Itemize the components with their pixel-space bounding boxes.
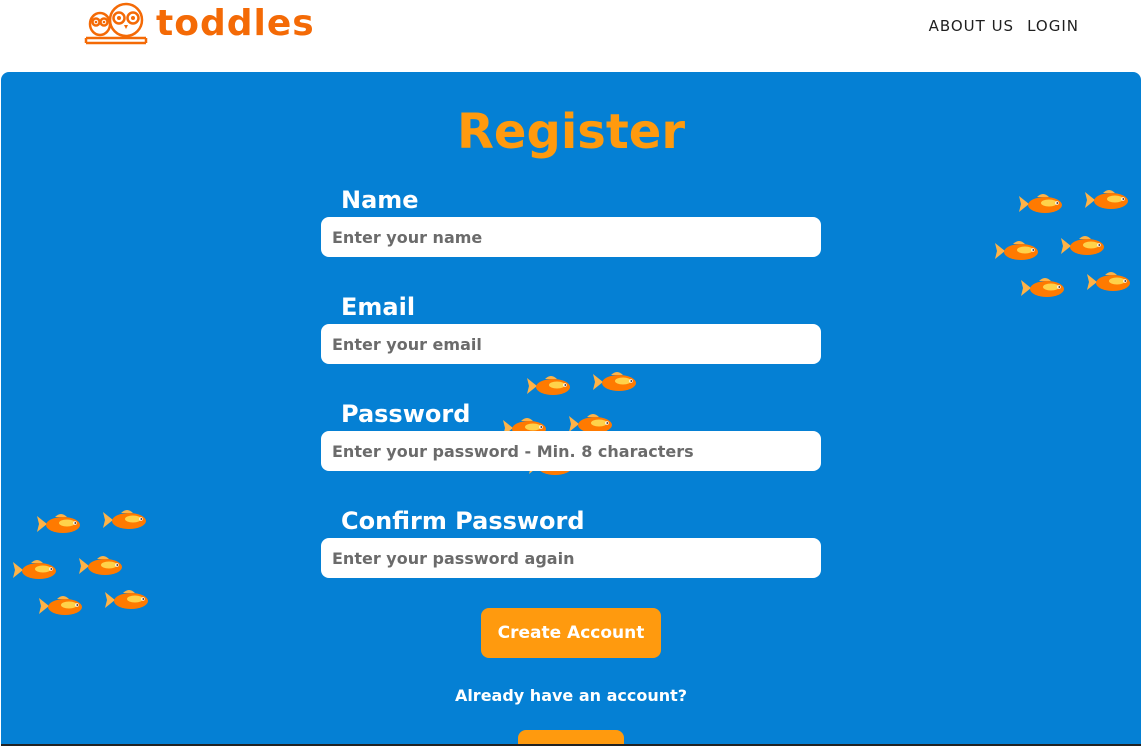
goldfish-school-right <box>995 190 1130 297</box>
login-button[interactable] <box>518 730 624 744</box>
already-have-account-text: Already have an account? <box>454 686 688 705</box>
email-label: Email <box>341 293 416 321</box>
confirm-password-input[interactable] <box>321 538 821 578</box>
name-label: Name <box>341 186 419 214</box>
brand-logo[interactable]: toddles <box>84 2 315 46</box>
create-account-button[interactable]: Create Account <box>481 608 661 658</box>
brand-name: toddles <box>156 3 315 44</box>
password-label: Password <box>341 400 471 428</box>
nav-about-us[interactable]: ABOUT US <box>929 16 1015 36</box>
main-nav: ABOUT US LOGIN <box>929 16 1079 36</box>
name-input[interactable] <box>321 217 821 257</box>
top-bar: toddles ABOUT US LOGIN <box>0 0 1141 72</box>
owl-books-icon <box>84 2 148 45</box>
register-panel: Register Name Email Password Confirm Pas… <box>1 72 1141 746</box>
email-input[interactable] <box>321 324 821 364</box>
password-input[interactable] <box>321 431 821 471</box>
nav-login[interactable]: LOGIN <box>1027 16 1079 36</box>
confirm-password-label: Confirm Password <box>341 507 585 535</box>
goldfish-school-left <box>13 510 148 615</box>
page-title: Register <box>456 104 686 160</box>
